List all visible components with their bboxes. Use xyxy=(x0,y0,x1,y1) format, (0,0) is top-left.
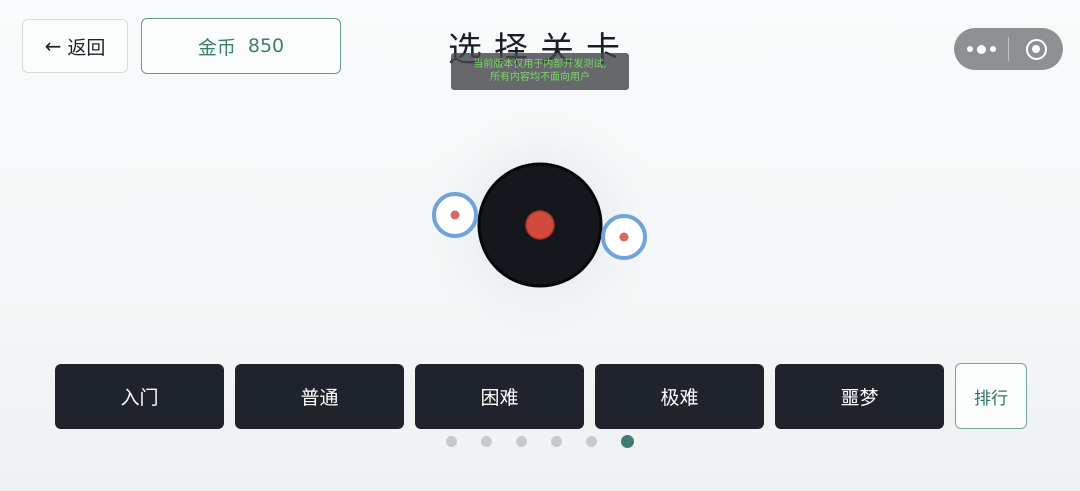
core-target[interactable] xyxy=(525,210,555,240)
dev-notice-banner: 当前版本仅用于内部开发测试, 所有内容均不面向用户 xyxy=(451,53,629,90)
page-dot-4[interactable] xyxy=(551,436,562,447)
target-icon[interactable] xyxy=(1009,38,1063,60)
leaderboard-button[interactable]: 排行 xyxy=(955,363,1027,429)
dev-notice-line-2: 所有内容均不面向用户 xyxy=(490,72,590,83)
level-button-nightmare[interactable]: 噩梦 xyxy=(775,363,944,429)
orbit-node-left[interactable] xyxy=(432,192,478,238)
back-button-label: 返回 xyxy=(67,36,106,59)
back-button[interactable]: ← 返回 xyxy=(22,19,128,73)
page-dot-2[interactable] xyxy=(481,436,492,447)
page-dot-6-active[interactable] xyxy=(621,435,634,448)
level-button-beginner[interactable]: 入门 xyxy=(55,363,224,429)
more-dots-icon[interactable] xyxy=(954,44,1008,54)
arrow-left-icon: ← xyxy=(44,34,62,58)
page-indicator xyxy=(446,435,634,448)
page-dot-3[interactable] xyxy=(516,436,527,447)
level-button-hard[interactable]: 困难 xyxy=(415,363,584,429)
orbit-node-right[interactable] xyxy=(601,214,647,260)
game-board xyxy=(415,100,665,350)
page-dot-1[interactable] xyxy=(446,436,457,447)
page-dot-5[interactable] xyxy=(586,436,597,447)
dev-notice-line-1: 当前版本仅用于内部开发测试, xyxy=(473,59,607,70)
level-selector: 入门 普通 困难 极难 噩梦 排行 xyxy=(55,363,1027,429)
capsule-menu xyxy=(954,28,1063,70)
level-button-extreme[interactable]: 极难 xyxy=(595,363,764,429)
coin-value: 850 xyxy=(247,35,285,57)
level-button-normal[interactable]: 普通 xyxy=(235,363,404,429)
coin-balance: 金币 850 xyxy=(141,18,341,74)
coin-label: 金币 xyxy=(197,36,236,59)
